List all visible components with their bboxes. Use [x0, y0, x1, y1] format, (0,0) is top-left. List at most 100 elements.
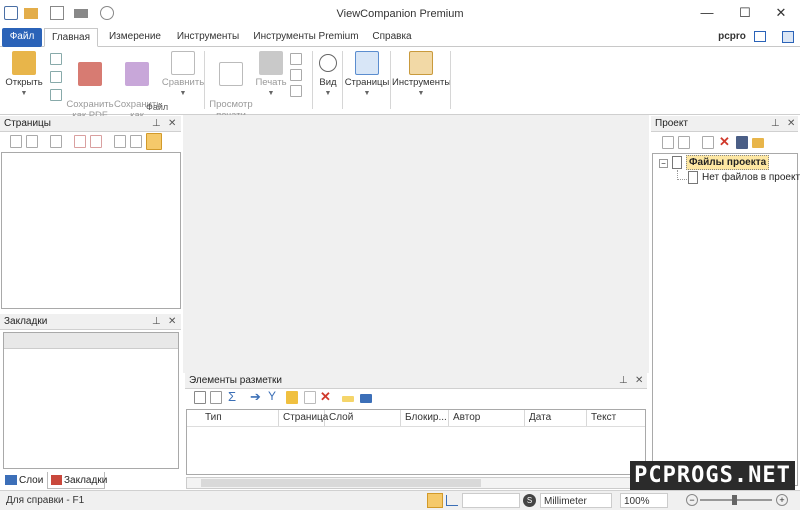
- tab-file[interactable]: Файл: [2, 28, 42, 47]
- zoom-in-icon[interactable]: +: [776, 494, 788, 506]
- scrollbar-thumb[interactable]: [201, 479, 481, 487]
- markup-table[interactable]: Тип Страница Слой Блокир... Автор Дата Т…: [186, 409, 646, 475]
- copy-icon[interactable]: [702, 136, 714, 149]
- layout-icon[interactable]: [754, 31, 766, 42]
- pin-icon[interactable]: ⊥: [619, 373, 628, 389]
- column-locked[interactable]: Блокир...: [401, 410, 449, 426]
- bookmark-icon: [51, 475, 62, 485]
- pin-icon[interactable]: ⊥: [771, 116, 780, 132]
- remove-page-icon[interactable]: [90, 135, 102, 148]
- pages-list[interactable]: [1, 152, 181, 309]
- collapse-icon[interactable]: −: [659, 159, 668, 168]
- close-icon[interactable]: ✕: [787, 116, 795, 132]
- chevron-down-icon: ▼: [20, 90, 28, 97]
- ribbon-separator: [342, 51, 343, 109]
- tab-home[interactable]: Главная: [44, 28, 98, 47]
- project-toolbar: ✕: [660, 134, 800, 152]
- highlight-icon[interactable]: [342, 396, 354, 402]
- add-file-icon[interactable]: [662, 136, 674, 149]
- insert-page-icon[interactable]: [50, 135, 62, 148]
- tab-tools[interactable]: Инструменты: [172, 28, 244, 47]
- open-project-icon[interactable]: [752, 138, 764, 148]
- column-layer[interactable]: Слой: [325, 410, 401, 426]
- column-text[interactable]: Текст: [587, 410, 645, 426]
- compare-button[interactable]: Сравнить ▼: [160, 51, 206, 99]
- units-select[interactable]: Millimeter: [540, 493, 612, 508]
- layers-stack-icon[interactable]: [360, 394, 372, 403]
- pin-icon[interactable]: ⊥: [152, 116, 161, 132]
- filter-icon[interactable]: Y: [268, 389, 276, 403]
- tree-child-label: Нет файлов в проекте: [702, 172, 800, 183]
- tree-root-label[interactable]: Файлы проекта: [686, 155, 770, 170]
- bookmarks-list[interactable]: [3, 332, 179, 469]
- first-page-icon[interactable]: [10, 135, 22, 148]
- print-button[interactable]: Печать ▼: [254, 51, 288, 99]
- maximize-button[interactable]: ☐: [730, 3, 760, 23]
- new-icon[interactable]: [50, 53, 62, 65]
- pages-panel-header: Страницы ⊥ ✕: [0, 116, 181, 132]
- delete-page-icon[interactable]: [74, 135, 86, 148]
- tab-measure[interactable]: Измерение: [104, 28, 166, 47]
- close-icon[interactable]: ✕: [168, 314, 176, 330]
- ortho-icon[interactable]: [446, 495, 458, 506]
- lock-icon[interactable]: [286, 391, 298, 404]
- minimize-button[interactable]: —: [692, 3, 722, 23]
- delete-icon[interactable]: ✕: [320, 389, 331, 405]
- zoom-slider-thumb[interactable]: [732, 495, 737, 505]
- project-tree[interactable]: − Файлы проекта Нет файлов в проекте: [652, 153, 800, 486]
- ruler-icon: [409, 51, 433, 75]
- column-author[interactable]: Автор: [449, 410, 525, 426]
- recent-icon[interactable]: [50, 71, 62, 83]
- document-workspace[interactable]: [183, 115, 649, 373]
- export-markup-icon[interactable]: [210, 391, 222, 404]
- options-icon[interactable]: [782, 31, 794, 43]
- bookmarks-tab[interactable]: Закладки: [47, 472, 107, 489]
- close-button[interactable]: ✕: [766, 3, 796, 23]
- add-files-icon[interactable]: [678, 136, 690, 149]
- column-date[interactable]: Дата: [525, 410, 587, 426]
- coordinate-field[interactable]: [462, 493, 520, 508]
- prev-page-icon[interactable]: [26, 135, 38, 148]
- zoom-select[interactable]: 100%: [620, 493, 668, 508]
- page-setup-icon[interactable]: [290, 53, 302, 65]
- unlock-icon[interactable]: [304, 391, 316, 404]
- tools-button[interactable]: Инструменты ▼: [392, 51, 451, 99]
- close-icon[interactable]: ✕: [635, 373, 643, 389]
- arrow-right-icon[interactable]: ➔: [250, 389, 261, 405]
- tab-help[interactable]: Справка: [366, 28, 418, 47]
- properties-icon[interactable]: [50, 89, 62, 101]
- pages-button[interactable]: Страницы ▼: [344, 51, 390, 99]
- thumbnails-icon[interactable]: [146, 133, 162, 150]
- zoom-out-icon[interactable]: −: [686, 494, 698, 506]
- zoom-slider[interactable]: [700, 495, 772, 505]
- table-icon[interactable]: [194, 391, 206, 404]
- ribbon-separator: [450, 51, 451, 109]
- rotate-right-icon[interactable]: [130, 135, 142, 148]
- chevron-down-icon: ▼: [324, 90, 332, 97]
- tab-tools-premium[interactable]: Инструменты Premium: [252, 28, 360, 47]
- snap-icon[interactable]: [427, 493, 443, 508]
- delete-icon[interactable]: ✕: [719, 134, 730, 150]
- sum-icon[interactable]: Σ: [228, 389, 236, 404]
- batch-print-icon[interactable]: [290, 69, 302, 81]
- user-name[interactable]: pcpro: [716, 28, 748, 47]
- ribbon-separator: [204, 51, 205, 109]
- scale-icon[interactable]: S: [523, 494, 536, 507]
- export-icon[interactable]: [290, 85, 302, 97]
- search-icon: [319, 54, 337, 72]
- column-page[interactable]: Страница: [279, 410, 328, 426]
- close-icon[interactable]: ✕: [168, 116, 176, 132]
- compare-icon: [171, 51, 195, 75]
- pin-icon[interactable]: ⊥: [152, 314, 161, 330]
- column-type[interactable]: Тип: [201, 410, 279, 426]
- pages-label: Страницы: [344, 77, 390, 88]
- save-project-icon[interactable]: [736, 136, 748, 149]
- view-button[interactable]: Вид ▼: [316, 51, 340, 99]
- open-button[interactable]: Открыть ▼: [4, 51, 44, 99]
- rotate-left-icon[interactable]: [114, 135, 126, 148]
- markup-horizontal-scrollbar[interactable]: [186, 477, 646, 489]
- layers-tab[interactable]: Слои: [3, 472, 47, 489]
- open-label: Открыть: [5, 77, 43, 88]
- ribbon-separator: [390, 51, 391, 109]
- title-bar: ViewCompanion Premium — ☐ ✕: [0, 0, 800, 27]
